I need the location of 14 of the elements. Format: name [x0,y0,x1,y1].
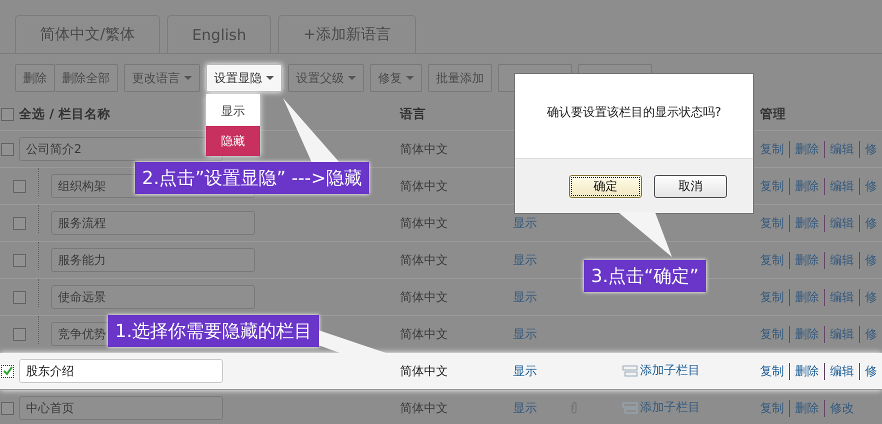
callout-tooltip: 2.点击”设置显隐” --->隐藏 [135,162,370,194]
language-text: 简体中文 [400,400,449,416]
language-text: 简体中文 [400,178,449,194]
column-header: 管理 [760,106,787,122]
callout-tooltip: 3.点击“确定” [584,260,706,292]
language-text: 简体中文 [400,288,449,306]
language-text: 简体中文 [400,362,449,380]
language-text: 简体中文 [400,252,449,268]
dialog-message: 确认要设置该栏目的显示状态吗? [546,104,722,120]
column-header: 语言 [400,106,427,122]
language-text: 简体中文 [400,214,449,232]
language-text: 简体中文 [400,140,449,158]
callout-tooltip: 1.选择你需要隐藏的栏目 [108,315,320,347]
language-text: 简体中文 [400,326,449,342]
